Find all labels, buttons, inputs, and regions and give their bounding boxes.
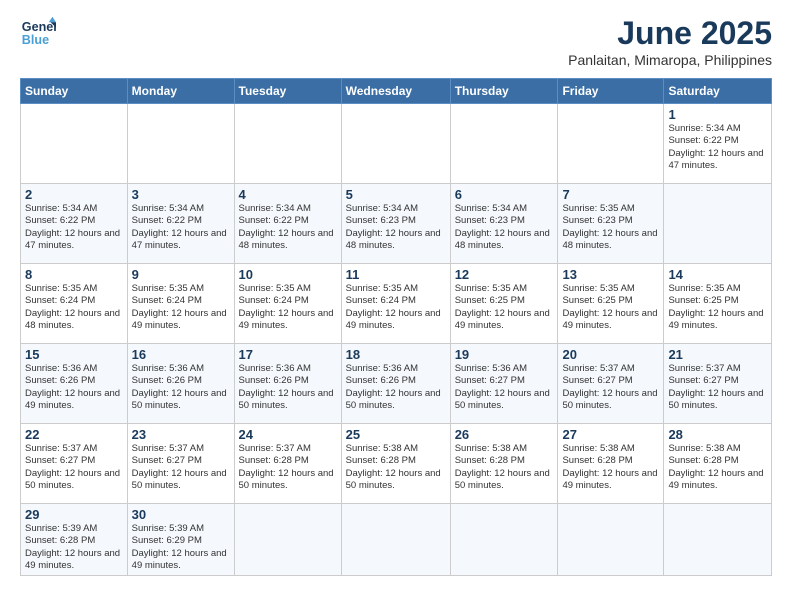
header-wednesday: Wednesday (341, 79, 450, 104)
calendar-day: 6Sunrise: 5:34 AMSunset: 6:23 PMDaylight… (450, 184, 558, 264)
empty-cell (341, 104, 450, 184)
calendar-day: 21Sunrise: 5:37 AMSunset: 6:27 PMDayligh… (664, 344, 772, 424)
empty-cell (558, 104, 664, 184)
header-thursday: Thursday (450, 79, 558, 104)
calendar-day: 22Sunrise: 5:37 AMSunset: 6:27 PMDayligh… (21, 424, 128, 504)
calendar-page: General Blue June 2025 Panlaitan, Mimaro… (0, 0, 792, 612)
calendar-day: 15Sunrise: 5:36 AMSunset: 6:26 PMDayligh… (21, 344, 128, 424)
logo: General Blue (20, 15, 56, 51)
calendar-day: 8Sunrise: 5:35 AMSunset: 6:24 PMDaylight… (21, 264, 128, 344)
empty-cell (450, 104, 558, 184)
month-title: June 2025 (568, 15, 772, 52)
calendar-day: 11Sunrise: 5:35 AMSunset: 6:24 PMDayligh… (341, 264, 450, 344)
header-saturday: Saturday (664, 79, 772, 104)
calendar-week-row: 15Sunrise: 5:36 AMSunset: 6:26 PMDayligh… (21, 344, 772, 424)
calendar-table: Sunday Monday Tuesday Wednesday Thursday… (20, 78, 772, 576)
calendar-day: 29Sunrise: 5:39 AMSunset: 6:28 PMDayligh… (21, 504, 128, 576)
empty-cell (664, 504, 772, 576)
calendar-day: 3Sunrise: 5:34 AMSunset: 6:22 PMDaylight… (127, 184, 234, 264)
header-friday: Friday (558, 79, 664, 104)
calendar-day: 14Sunrise: 5:35 AMSunset: 6:25 PMDayligh… (664, 264, 772, 344)
location-title: Panlaitan, Mimaropa, Philippines (568, 52, 772, 68)
calendar-day: 30Sunrise: 5:39 AMSunset: 6:29 PMDayligh… (127, 504, 234, 576)
calendar-day: 26Sunrise: 5:38 AMSunset: 6:28 PMDayligh… (450, 424, 558, 504)
calendar-week-row: 2Sunrise: 5:34 AMSunset: 6:22 PMDaylight… (21, 184, 772, 264)
calendar-day: 28Sunrise: 5:38 AMSunset: 6:28 PMDayligh… (664, 424, 772, 504)
calendar-day: 12Sunrise: 5:35 AMSunset: 6:25 PMDayligh… (450, 264, 558, 344)
calendar-day: 19Sunrise: 5:36 AMSunset: 6:27 PMDayligh… (450, 344, 558, 424)
header: General Blue June 2025 Panlaitan, Mimaro… (20, 15, 772, 68)
calendar-day: 2Sunrise: 5:34 AMSunset: 6:22 PMDaylight… (21, 184, 128, 264)
calendar-day: 23Sunrise: 5:37 AMSunset: 6:27 PMDayligh… (127, 424, 234, 504)
header-monday: Monday (127, 79, 234, 104)
calendar-day: 7Sunrise: 5:35 AMSunset: 6:23 PMDaylight… (558, 184, 664, 264)
calendar-day: 27Sunrise: 5:38 AMSunset: 6:28 PMDayligh… (558, 424, 664, 504)
calendar-day: 4Sunrise: 5:34 AMSunset: 6:22 PMDaylight… (234, 184, 341, 264)
calendar-day: 17Sunrise: 5:36 AMSunset: 6:26 PMDayligh… (234, 344, 341, 424)
calendar-week-row: 1Sunrise: 5:34 AMSunset: 6:22 PMDaylight… (21, 104, 772, 184)
calendar-week-row: 8Sunrise: 5:35 AMSunset: 6:24 PMDaylight… (21, 264, 772, 344)
header-sunday: Sunday (21, 79, 128, 104)
empty-cell (450, 504, 558, 576)
calendar-week-row: 22Sunrise: 5:37 AMSunset: 6:27 PMDayligh… (21, 424, 772, 504)
empty-cell (127, 104, 234, 184)
calendar-day: 25Sunrise: 5:38 AMSunset: 6:28 PMDayligh… (341, 424, 450, 504)
calendar-day: 18Sunrise: 5:36 AMSunset: 6:26 PMDayligh… (341, 344, 450, 424)
calendar-day: 9Sunrise: 5:35 AMSunset: 6:24 PMDaylight… (127, 264, 234, 344)
weekday-header-row: Sunday Monday Tuesday Wednesday Thursday… (21, 79, 772, 104)
calendar-day: 10Sunrise: 5:35 AMSunset: 6:24 PMDayligh… (234, 264, 341, 344)
calendar-day: 16Sunrise: 5:36 AMSunset: 6:26 PMDayligh… (127, 344, 234, 424)
logo-icon: General Blue (20, 15, 56, 51)
calendar-day: 5Sunrise: 5:34 AMSunset: 6:23 PMDaylight… (341, 184, 450, 264)
calendar-week-row: 29Sunrise: 5:39 AMSunset: 6:28 PMDayligh… (21, 504, 772, 576)
empty-cell (664, 184, 772, 264)
calendar-day: 24Sunrise: 5:37 AMSunset: 6:28 PMDayligh… (234, 424, 341, 504)
title-block: June 2025 Panlaitan, Mimaropa, Philippin… (568, 15, 772, 68)
calendar-day: 13Sunrise: 5:35 AMSunset: 6:25 PMDayligh… (558, 264, 664, 344)
empty-cell (21, 104, 128, 184)
calendar-day: 20Sunrise: 5:37 AMSunset: 6:27 PMDayligh… (558, 344, 664, 424)
svg-text:Blue: Blue (22, 33, 49, 47)
empty-cell (234, 504, 341, 576)
calendar-day: 1Sunrise: 5:34 AMSunset: 6:22 PMDaylight… (664, 104, 772, 184)
empty-cell (341, 504, 450, 576)
header-tuesday: Tuesday (234, 79, 341, 104)
empty-cell (234, 104, 341, 184)
empty-cell (558, 504, 664, 576)
